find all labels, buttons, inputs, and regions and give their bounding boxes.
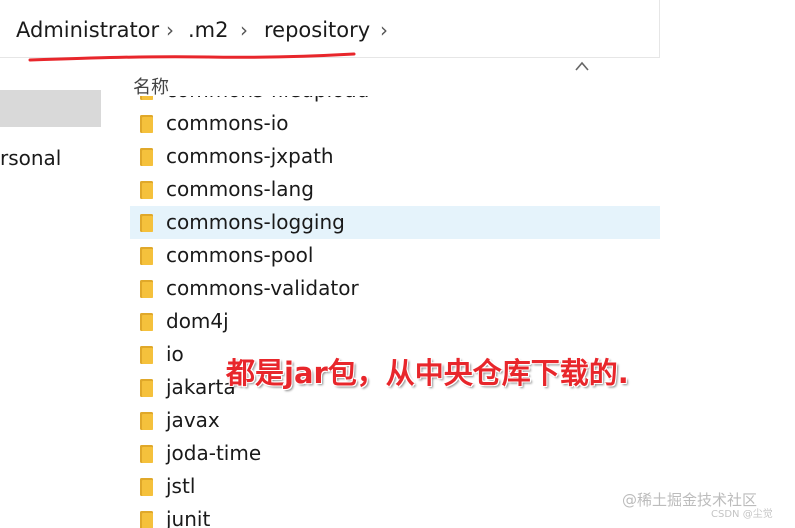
folder-icon [140, 346, 153, 364]
folder-icon [140, 412, 153, 430]
list-item[interactable]: javax [130, 404, 660, 437]
folder-icon [140, 280, 153, 298]
list-item-label: joda-time [166, 441, 262, 465]
list-item[interactable]: commons-validator [130, 272, 660, 305]
list-item[interactable]: commons-io [130, 107, 660, 140]
chevron-right-icon[interactable]: › [240, 16, 248, 44]
list-item[interactable]: jstl [130, 470, 660, 503]
nav-item-selected[interactable] [0, 90, 101, 127]
list-item-label: commons-pool [166, 243, 314, 267]
folder-icon [140, 511, 153, 528]
annotation-text: 都是jar包，从中央仓库下载的. [226, 356, 629, 390]
list-item-label: commons-lang [166, 177, 314, 201]
nav-item-personal[interactable]: rsonal [0, 144, 61, 172]
folder-icon [140, 478, 153, 496]
list-item[interactable]: dom4j [130, 305, 660, 338]
list-item-label: commons-jxpath [166, 144, 334, 168]
list-item[interactable]: commons-jxpath [130, 140, 660, 173]
list-item-label: commons-io [166, 111, 289, 135]
list-item[interactable]: commons-fileupload [130, 96, 660, 107]
list-item-label: commons-logging [166, 210, 345, 234]
list-item[interactable]: joda-time [130, 437, 660, 470]
folder-icon [140, 247, 153, 265]
list-item-label: javax [166, 408, 220, 432]
folder-icon [140, 115, 153, 133]
folder-icon [140, 445, 153, 463]
annotation-underline [28, 52, 356, 62]
list-item[interactable]: junit [130, 503, 660, 528]
file-list[interactable]: commons-fileupload commons-io commons-jxpa… [130, 96, 660, 528]
list-item-label: junit [166, 507, 211, 528]
folder-icon [140, 96, 153, 100]
list-item[interactable]: commons-lang [130, 173, 660, 206]
list-item-label: commons-validator [166, 276, 359, 300]
list-item-label: io [166, 342, 184, 366]
chevron-up-icon[interactable] [574, 60, 590, 72]
folder-icon [140, 379, 153, 397]
folder-icon [140, 148, 153, 166]
list-item[interactable]: commons-logging [130, 206, 660, 239]
list-item-label: jstl [166, 474, 196, 498]
list-item-label: commons-fileupload [166, 96, 369, 105]
watermark-juejin: @稀土掘金技术社区 [622, 491, 758, 509]
list-item-label: dom4j [166, 309, 229, 333]
folder-icon [140, 214, 153, 232]
folder-icon [140, 313, 153, 331]
breadcrumb-repository[interactable]: repository [264, 16, 370, 44]
watermark-csdn: CSDN @尘觉 [711, 509, 773, 520]
folder-icon [140, 181, 153, 199]
chevron-right-icon[interactable]: › [166, 16, 174, 44]
chevron-right-icon[interactable]: › [380, 16, 388, 44]
breadcrumb-administrator[interactable]: Administrator [16, 16, 159, 44]
breadcrumb-m2[interactable]: .m2 [188, 16, 229, 44]
list-item[interactable]: commons-pool [130, 239, 660, 272]
